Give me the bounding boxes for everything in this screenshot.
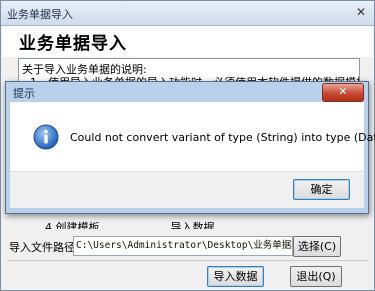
file-path-label: 导入文件路径	[9, 241, 75, 254]
hidden-row-right: 导入数据	[170, 221, 215, 229]
window-title: 业务单据导入	[7, 8, 73, 21]
dialog-body: Could not convert variant of type (Strin…	[10, 102, 375, 208]
info-icon	[33, 124, 59, 150]
partially-hidden-row: 4 创建模板 导入数据	[45, 219, 215, 229]
dialog-footer: 确定	[10, 171, 364, 208]
window-close-icon[interactable]: ✕	[354, 5, 368, 19]
import-data-button[interactable]: 导入数据	[207, 266, 264, 287]
file-path-row: 导入文件路径 C:\Users\Administrator\Desktop\业务…	[9, 236, 366, 257]
dialog-close-button[interactable]: ✕	[322, 83, 364, 102]
close-icon: ✕	[338, 85, 348, 98]
ok-button[interactable]: 确定	[293, 179, 350, 200]
dialog-title: 提示	[13, 87, 35, 100]
window-titlebar[interactable]: 业务单据导入 ✕	[1, 1, 374, 26]
page-title: 业务单据导入	[19, 34, 127, 54]
header-panel: 业务单据导入	[2, 26, 373, 57]
separator	[7, 260, 368, 261]
exit-button[interactable]: 退出(Q)	[290, 266, 342, 287]
dialog-message: Could not convert variant of type (Strin…	[70, 131, 375, 144]
hidden-row-left: 4 创建模板	[45, 221, 100, 229]
browse-button[interactable]: 选择(C)	[293, 236, 341, 257]
message-dialog: 提示 ✕ Could not convert variant of type (…	[5, 81, 375, 214]
file-path-input[interactable]: C:\Users\Administrator\Desktop\业务单据模板	[73, 236, 293, 256]
